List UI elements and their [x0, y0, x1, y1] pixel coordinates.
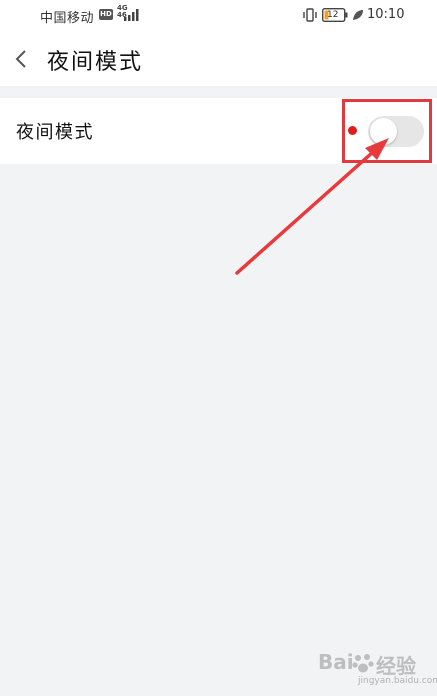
watermark-brand-right: 经验	[376, 654, 416, 678]
annotation-arrow-icon	[235, 138, 389, 275]
watermark-brand-left: Bai	[318, 650, 354, 674]
watermark: Bai 经验 jingyan.baidu.com	[318, 650, 437, 690]
watermark-url: jingyan.baidu.com	[358, 676, 437, 686]
paw-icon	[352, 654, 374, 673]
